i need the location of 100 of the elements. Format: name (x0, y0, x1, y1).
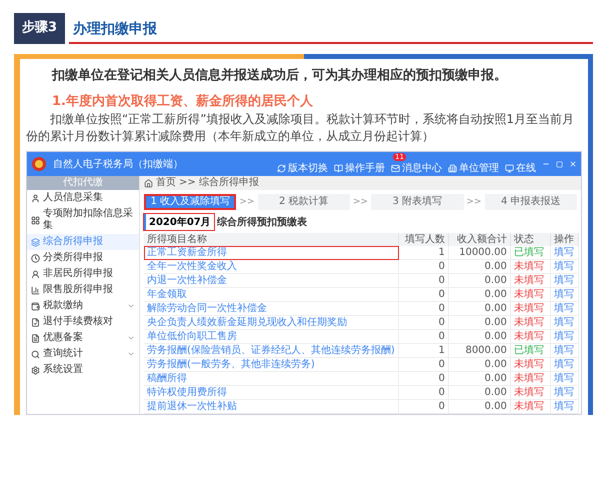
fill-link[interactable]: 填写 (554, 401, 574, 412)
table-cell: 0 (398, 386, 449, 400)
table-cell: 0.00 (448, 372, 511, 386)
table-cell: 0 (398, 372, 449, 386)
chevron-icon (127, 302, 135, 310)
sidebar-item[interactable]: 人员信息采集 (27, 190, 139, 206)
income-item-link[interactable]: 央企负责人绩效薪金延期兑现收入和任期奖励 (144, 316, 399, 330)
table-cell: 0 (398, 288, 449, 302)
mail-icon (391, 164, 400, 172)
maximize-icon[interactable] (556, 160, 563, 168)
sidebar-item[interactable]: 系统设置 (27, 362, 139, 378)
sidebar-item[interactable]: 分类所得申报 (27, 250, 139, 266)
breadcrumb-item: >> (179, 177, 196, 189)
sidebar-item[interactable]: 专项附加扣除信息采集 (27, 206, 139, 234)
search-icon (31, 350, 40, 358)
status-cell: 未填写 (510, 330, 551, 344)
status-cell: 未填写 (510, 316, 551, 330)
period-label: 2020年07月 (144, 214, 214, 230)
fill-link[interactable]: 填写 (554, 289, 574, 300)
table-cell: 0 (398, 316, 449, 330)
income-item-link[interactable]: 正常工资薪金所得 (144, 246, 399, 260)
home-icon (144, 178, 153, 188)
status-cell: 未填写 (510, 400, 551, 414)
breadcrumb-item[interactable]: 首页 (156, 177, 176, 189)
settings-icon (31, 366, 40, 374)
step-tab[interactable]: 1 收入及减除填写 (144, 194, 236, 210)
fill-link[interactable]: 填写 (554, 317, 574, 328)
sidebar-item[interactable]: 优惠备案 (27, 330, 139, 346)
table-title: 综合所得预扣预缴表 (216, 216, 307, 229)
status-cell: 未填写 (510, 302, 551, 316)
income-item-link[interactable]: 单位低价向职工售房 (144, 330, 399, 344)
fill-link[interactable]: 填写 (554, 373, 574, 384)
income-item-link[interactable]: 稿酬所得 (144, 372, 399, 386)
sidebar-item[interactable]: 退付手续费核对 (27, 314, 139, 330)
subheading: 1.年度内首次取得工资、薪金所得的居民个人 (51, 93, 314, 111)
table-cell: 0.00 (448, 330, 511, 344)
income-item-link[interactable]: 内退一次性补偿金 (144, 274, 399, 288)
income-item-link[interactable]: 年金领取 (144, 288, 399, 302)
table-cell: 0.00 (448, 358, 511, 372)
status-cell: 未填写 (510, 260, 551, 274)
bar-chart-icon (31, 286, 40, 294)
table-cell: 0.00 (448, 386, 511, 400)
table-cell: 0.00 (448, 288, 511, 302)
table-cell: 0 (398, 302, 449, 316)
close-icon[interactable] (569, 160, 577, 168)
income-item-link[interactable]: 解除劳动合同一次性补偿金 (144, 302, 399, 316)
status-cell: 未填写 (510, 372, 551, 386)
fill-link[interactable]: 填写 (554, 275, 574, 286)
section-title: 办理扣缴申报 (69, 16, 593, 44)
app-title: 自然人电子税务局（扣缴端） (53, 158, 184, 171)
table-cell: 1 (398, 344, 449, 358)
table-cell: 8000.00 (448, 344, 511, 358)
income-item-link[interactable]: 全年一次性奖金收入 (144, 260, 399, 274)
status-cell: 未填写 (510, 274, 551, 288)
person-icon (31, 270, 40, 278)
layers-icon (31, 238, 40, 246)
sidebar-header: 代扣代缴 (27, 176, 139, 190)
status-cell: 未填写 (510, 288, 551, 302)
sidebar-item[interactable]: 限售股所得申报 (27, 282, 139, 298)
column-header: 填写人数 (398, 233, 449, 246)
sidebar-item[interactable]: 查询统计 (27, 346, 139, 362)
toolbar-item[interactable]: 版本切换 (277, 153, 328, 175)
income-item-link[interactable]: 特许权使用费所得 (144, 386, 399, 400)
sidebar-item[interactable]: 非居民所得申报 (27, 266, 139, 282)
toolbar-item[interactable]: 操作手册 (334, 153, 385, 175)
income-item-link[interactable]: 劳务报酬(一般劳务、其他非连续劳务) (144, 358, 399, 372)
income-item-link[interactable]: 劳务报酬(保险营销员、证券经纪人、其他连续劳务报酬) (144, 344, 399, 358)
income-item-link[interactable]: 提前退休一次性补贴 (144, 400, 399, 414)
fill-link[interactable]: 填写 (554, 359, 574, 370)
table-cell: 0.00 (448, 316, 511, 330)
step-tab[interactable]: 2 税款计算 (258, 194, 350, 210)
sidebar-item[interactable]: 税款缴纳 (27, 298, 139, 314)
table-cell: 0.00 (448, 400, 511, 414)
column-header: 操作 (550, 233, 579, 246)
fill-link[interactable]: 填写 (554, 331, 574, 342)
toolbar-item[interactable]: 在线 (505, 153, 536, 175)
step-tab[interactable]: 4 申报表报送 (484, 194, 578, 210)
column-header: 所得项目名称 (144, 233, 399, 246)
grid-icon (31, 216, 40, 224)
status-cell: 未填写 (510, 358, 551, 372)
sidebar-item[interactable]: 综合所得申报 (27, 234, 139, 250)
step-separator: >> (466, 197, 482, 207)
document-icon (31, 334, 40, 342)
status-cell: 未填写 (510, 386, 551, 400)
step-separator: >> (352, 197, 368, 207)
table-cell: 0 (398, 274, 449, 288)
fill-link[interactable]: 填写 (554, 303, 574, 314)
fill-link[interactable]: 填写 (554, 387, 574, 398)
fill-link[interactable]: 填写 (554, 345, 574, 356)
status-cell: 已填写 (510, 246, 551, 260)
fill-link[interactable]: 填写 (554, 247, 574, 258)
step-tab[interactable]: 3 附表填写 (371, 194, 464, 210)
table-cell: 0.00 (448, 302, 511, 316)
fill-link[interactable]: 填写 (554, 261, 574, 272)
file-check-icon (31, 318, 40, 326)
table-cell: 10000.00 (448, 246, 511, 260)
person-icon (31, 194, 40, 202)
status-cell: 已填写 (510, 344, 551, 358)
toolbar-item[interactable]: 单位管理 (448, 153, 499, 175)
wallet-icon (31, 302, 40, 310)
